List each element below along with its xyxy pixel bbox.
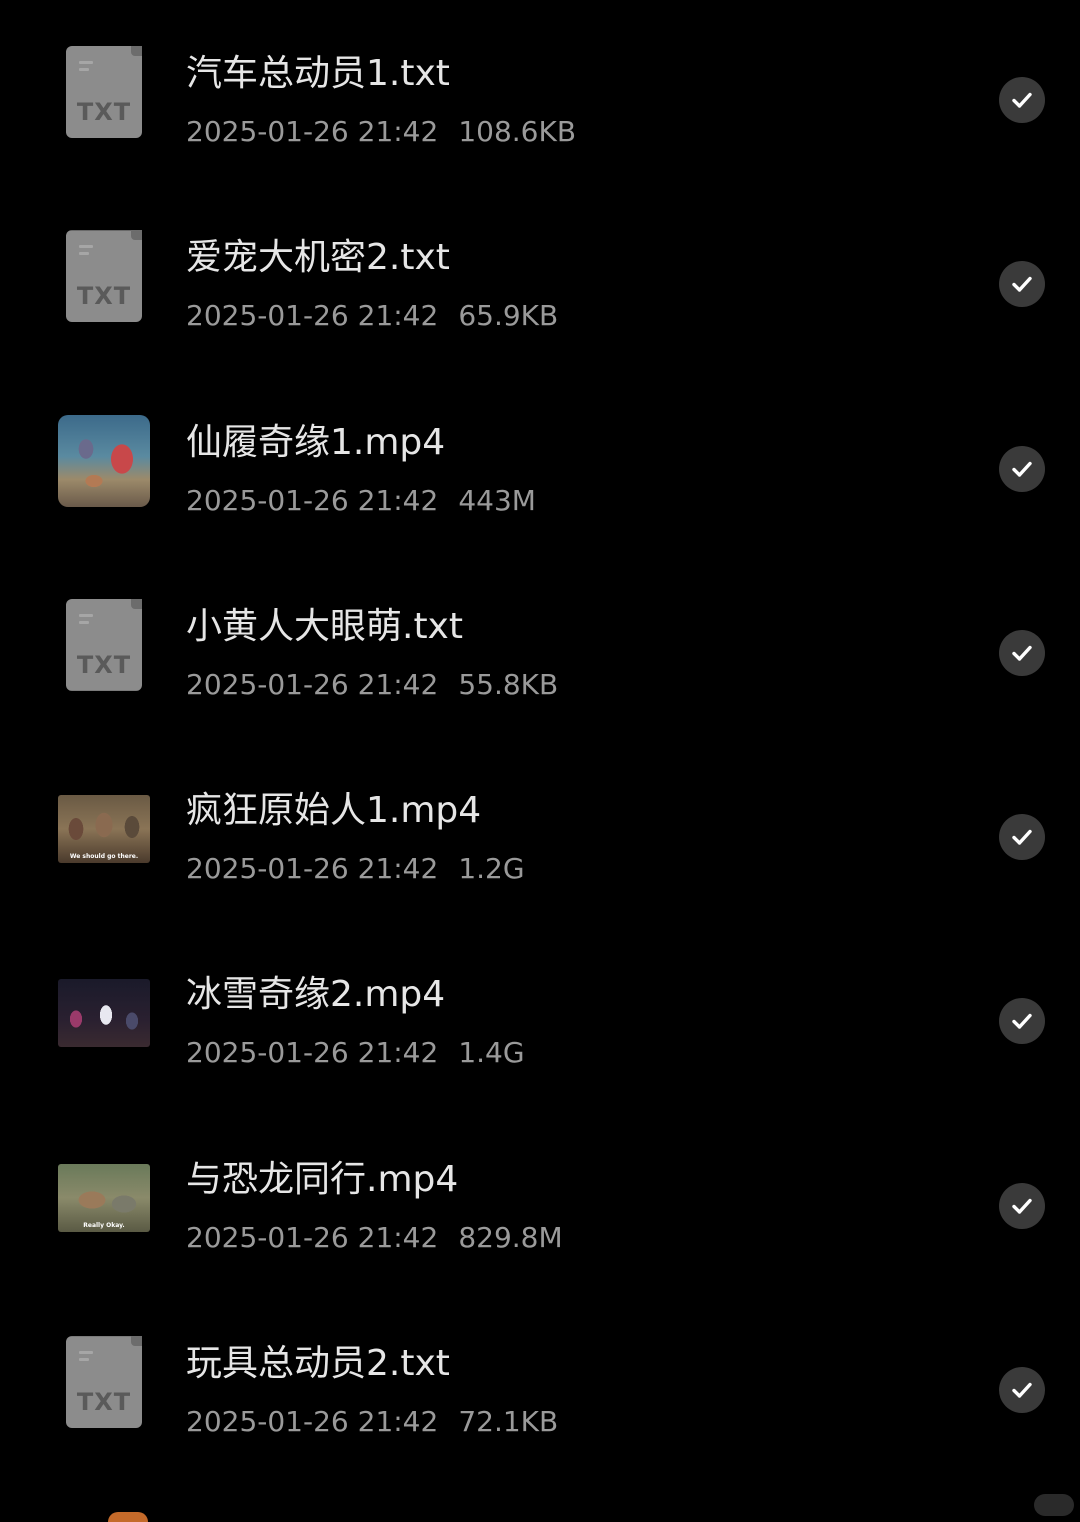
check-icon	[1012, 1198, 1032, 1214]
file-meta: 2025-01-26 21:42 65.9KB	[186, 298, 558, 334]
video-thumbnail-image: Really Okay.	[58, 1163, 150, 1232]
select-checkbox[interactable]	[999, 998, 1045, 1045]
watermark-badge	[1034, 1494, 1074, 1516]
check-icon	[1012, 277, 1032, 292]
check-icon	[1012, 92, 1032, 108]
select-checkbox[interactable]	[999, 1182, 1045, 1229]
file-row[interactable]: TXT 爱宠大机密2.txt 2025-01-26 21:42 65.9KB	[0, 192, 1080, 376]
file-date: 2025-01-26 21:42	[186, 1036, 439, 1070]
file-meta: 2025-01-26 21:42 72.1KB	[186, 1404, 558, 1440]
txt-file-lines	[79, 61, 93, 75]
file-size: 1.4G	[458, 1036, 525, 1070]
file-date: 2025-01-26 21:42	[186, 1220, 439, 1254]
check-icon	[1012, 1382, 1032, 1398]
file-meta: 2025-01-26 21:42 1.4G	[186, 1035, 525, 1071]
file-date: 2025-01-26 21:42	[186, 115, 439, 148]
file-row[interactable]: 冰雪奇缘2.mp4 2025-01-26 21:42 1.4G	[0, 929, 1080, 1113]
file-type-label: TXT	[76, 98, 132, 126]
file-date: 2025-01-26 21:42	[186, 852, 439, 886]
video-thumbnail-image	[58, 414, 150, 507]
file-meta: 2025-01-26 21:42 829.8M	[186, 1220, 563, 1256]
file-list: TXT 汽车总动员1.txt 2025-01-26 21:42 108.6KB T…	[0, 8, 1080, 1482]
file-date: 2025-01-26 21:42	[186, 1405, 439, 1439]
file-name: 小黄人大眼萌.txt	[186, 605, 463, 647]
txt-file-lines	[79, 1351, 93, 1365]
select-checkbox[interactable]	[999, 261, 1045, 308]
video-thumbnail: Really Okay.	[58, 1152, 150, 1244]
file-name: 汽车总动员1.txt	[186, 53, 450, 94]
select-checkbox[interactable]	[999, 629, 1045, 676]
file-size: 1.2G	[458, 852, 525, 886]
file-meta: 2025-01-26 21:42 1.2G	[186, 851, 525, 887]
txt-file-fold	[131, 598, 142, 609]
file-row[interactable]: 仙履奇缘1.mp4 2025-01-26 21:42 443M	[0, 377, 1080, 561]
video-thumbnail-image: We should go there.	[58, 795, 150, 864]
file-row[interactable]: We should go there. 疯狂原始人1.mp4 2025-01-2…	[0, 745, 1080, 929]
file-date: 2025-01-26 21:42	[186, 667, 439, 701]
file-name: 与恐龙同行.mp4	[186, 1158, 459, 1200]
check-icon	[1012, 461, 1032, 477]
check-icon	[1012, 645, 1032, 661]
file-name: 玩具总动员2.txt	[186, 1343, 450, 1385]
txt-file-icon: TXT	[58, 230, 150, 323]
next-row-thumbnail-partial	[108, 1512, 148, 1522]
txt-file-lines	[79, 245, 93, 259]
file-name: 冰雪奇缘2.mp4	[186, 974, 446, 1016]
file-meta: 2025-01-26 21:42 443M	[186, 483, 536, 519]
txt-file-fold	[131, 1336, 142, 1347]
file-size: 108.6KB	[458, 115, 577, 148]
thumbnail-caption: Really Okay.	[83, 1221, 125, 1229]
file-date: 2025-01-26 21:42	[186, 299, 439, 333]
file-row[interactable]: TXT 玩具总动员2.txt 2025-01-26 21:42 72.1KB	[0, 1298, 1080, 1482]
txt-file-lines	[79, 613, 93, 628]
file-size: 443M	[458, 483, 536, 517]
video-thumbnail	[58, 414, 150, 507]
check-icon	[1012, 829, 1032, 845]
txt-file-fold	[131, 230, 142, 241]
video-thumbnail-image	[58, 979, 150, 1048]
select-checkbox[interactable]	[999, 1367, 1045, 1414]
file-row[interactable]: TXT 小黄人大眼萌.txt 2025-01-26 21:42 55.8KB	[0, 561, 1080, 745]
select-checkbox[interactable]	[999, 814, 1045, 861]
file-size: 55.8KB	[458, 667, 559, 701]
file-type-label: TXT	[76, 1388, 132, 1417]
txt-file-icon: TXT	[58, 598, 150, 691]
video-thumbnail: We should go there.	[58, 783, 150, 875]
file-name: 疯狂原始人1.mp4	[186, 790, 482, 832]
file-name: 爱宠大机密2.txt	[186, 237, 450, 279]
select-checkbox[interactable]	[999, 445, 1045, 492]
video-thumbnail	[58, 967, 150, 1059]
txt-file-icon: TXT	[58, 46, 150, 138]
file-meta: 2025-01-26 21:42 55.8KB	[186, 667, 558, 703]
file-size: 65.9KB	[458, 299, 559, 333]
select-checkbox[interactable]	[999, 77, 1045, 123]
file-type-label: TXT	[76, 282, 132, 311]
file-row[interactable]: Really Okay. 与恐龙同行.mp4 2025-01-26 21:42 8…	[0, 1114, 1080, 1298]
file-name: 仙履奇缘1.mp4	[186, 421, 446, 463]
file-size: 72.1KB	[458, 1405, 559, 1439]
file-type-label: TXT	[76, 650, 132, 679]
file-row[interactable]: TXT 汽车总动员1.txt 2025-01-26 21:42 108.6KB	[0, 8, 1080, 192]
check-icon	[1012, 1014, 1032, 1030]
txt-file-icon: TXT	[58, 1336, 150, 1429]
file-size: 829.8M	[458, 1220, 563, 1254]
thumbnail-caption: We should go there.	[69, 853, 139, 861]
file-meta: 2025-01-26 21:42 108.6KB	[186, 114, 576, 150]
txt-file-fold	[131, 46, 142, 56]
file-date: 2025-01-26 21:42	[186, 483, 439, 517]
